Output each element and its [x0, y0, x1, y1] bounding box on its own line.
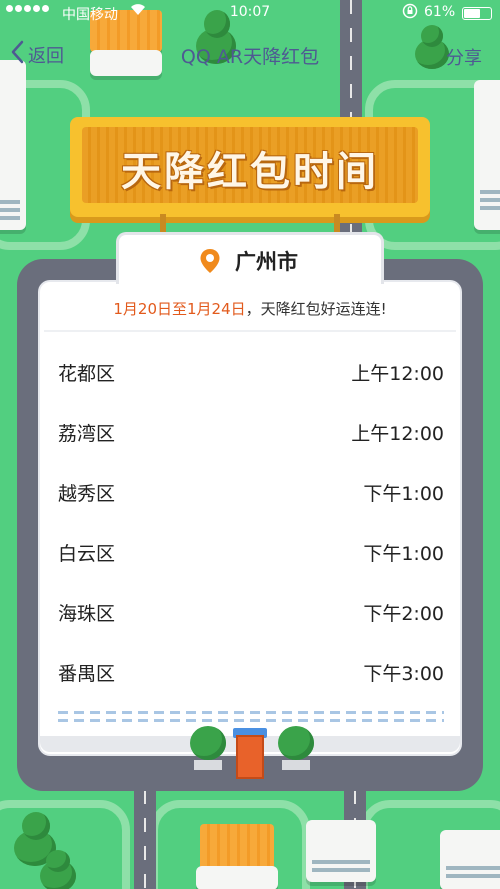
sign-title: 天降红包时间 — [121, 149, 379, 195]
building — [440, 830, 500, 889]
city-name: 广州市 — [235, 250, 298, 274]
notice-text: ，天降红包好运连连! — [245, 300, 387, 318]
door — [236, 735, 264, 779]
building — [196, 866, 278, 889]
list-item: 白云区 下午1:00 — [58, 522, 444, 582]
location-pin-icon — [199, 248, 221, 273]
battery-percent: 61% — [424, 4, 456, 20]
building — [306, 820, 376, 882]
list-item: 荔湾区 上午12:00 — [58, 402, 444, 462]
notice-date: 1月20日至1月24日 — [113, 300, 246, 318]
sign-board: 天降红包时间 — [70, 117, 430, 217]
battery-icon — [462, 7, 492, 20]
title-sign: 天降红包时间 — [70, 117, 430, 217]
list-item: 越秀区 下午1:00 — [58, 462, 444, 522]
city-tab: 广州市 — [116, 232, 384, 284]
notice-banner: 1月20日至1月24日，天降红包好运连连! — [44, 286, 456, 332]
district-name: 番禺区 — [58, 662, 116, 685]
drop-time: 上午12:00 — [351, 422, 444, 445]
drop-time: 下午3:00 — [363, 662, 444, 685]
drop-time: 下午2:00 — [363, 602, 444, 625]
navigation-bar: 返回 QQ AR天降红包 分享 — [0, 30, 500, 82]
dashed-divider — [58, 711, 444, 714]
district-name: 越秀区 — [58, 482, 116, 505]
page-title: QQ AR天降红包 — [180, 46, 320, 68]
rotation-lock-icon — [402, 3, 418, 23]
drop-time: 下午1:00 — [363, 542, 444, 565]
building — [0, 60, 26, 230]
district-name: 海珠区 — [58, 602, 116, 625]
building — [474, 80, 500, 230]
district-name: 白云区 — [58, 542, 116, 565]
road — [134, 790, 156, 889]
drop-time: 上午12:00 — [351, 362, 444, 385]
status-bar: 中国移动 10:07 61% — [0, 0, 500, 26]
district-name: 花都区 — [58, 362, 116, 385]
district-name: 荔湾区 — [58, 422, 116, 445]
building-orange-roof — [200, 824, 274, 870]
list-item: 海珠区 下午2:00 — [58, 582, 444, 642]
planter — [282, 760, 310, 770]
list-item: 花都区 上午12:00 — [58, 342, 444, 402]
list-item: 番禺区 下午3:00 — [58, 642, 444, 702]
drop-time: 下午1:00 — [363, 482, 444, 505]
dashed-divider — [58, 719, 444, 722]
planter — [194, 760, 222, 770]
schedule-list: 花都区 上午12:00 荔湾区 上午12:00 越秀区 下午1:00 白云区 下… — [58, 342, 444, 702]
share-button[interactable]: 分享 — [446, 44, 482, 70]
